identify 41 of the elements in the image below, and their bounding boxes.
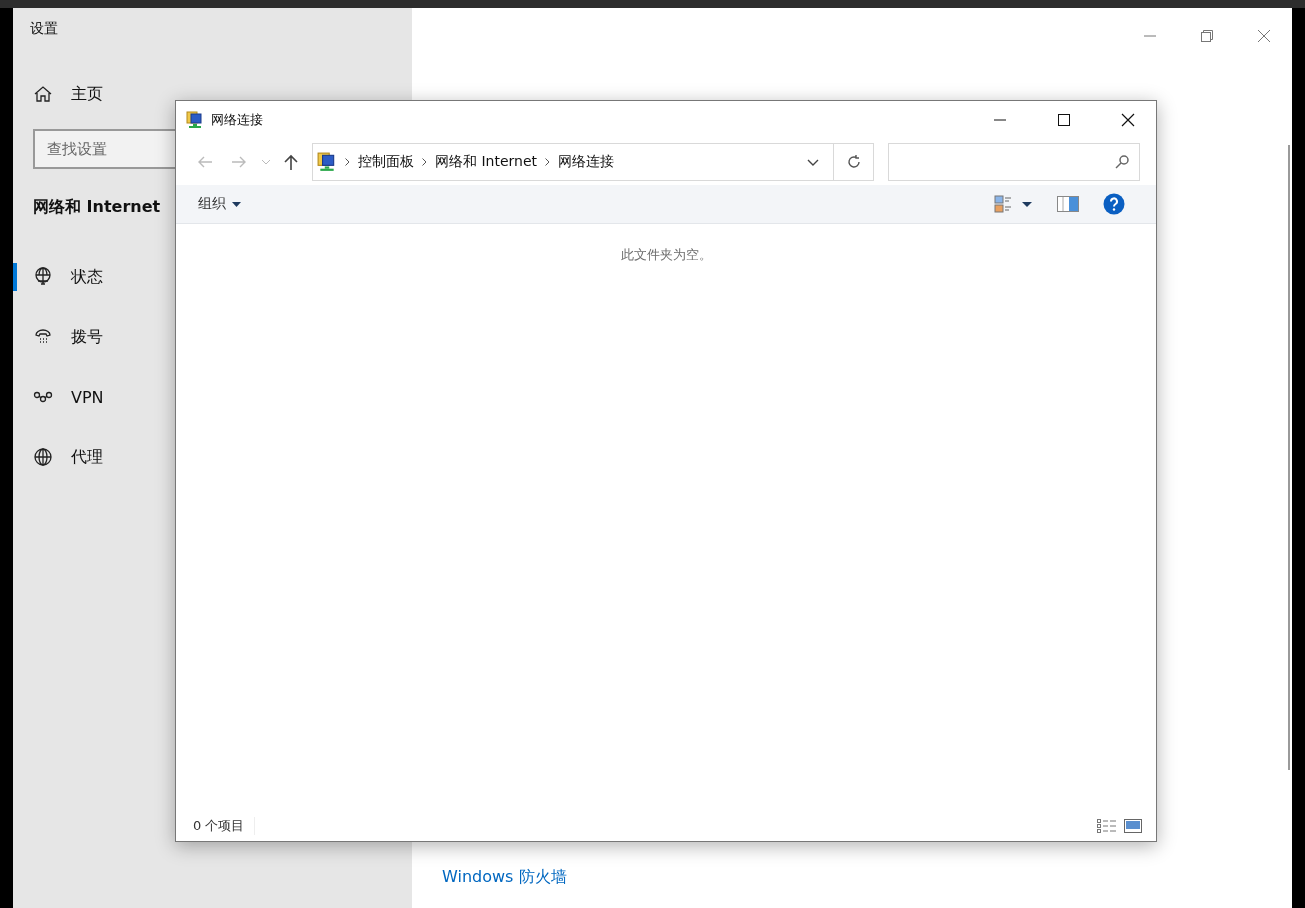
close-icon: [1120, 113, 1135, 127]
caret-icon: [262, 159, 270, 165]
network-folder-icon: [317, 152, 337, 172]
back-arrow-icon: [197, 155, 213, 169]
refresh-icon: [846, 155, 861, 169]
nav-item[interactable]: VPN: [13, 383, 108, 411]
nav-item[interactable]: 状态: [13, 263, 107, 291]
scrollbar[interactable]: [1288, 145, 1290, 770]
restore-icon: [1200, 30, 1213, 42]
breadcrumb-item[interactable]: 控制面板: [358, 153, 414, 171]
organize-button[interactable]: 组织: [198, 195, 241, 213]
search-field[interactable]: [888, 143, 1140, 181]
up-arrow-icon: [284, 154, 298, 170]
minimize-icon: [993, 119, 1006, 121]
close-icon: [1257, 30, 1270, 42]
breadcrumb-item[interactable]: 网络和 Internet: [435, 153, 538, 171]
address-bar[interactable]: 控制面板 网络和 Internet 网络连接: [312, 143, 874, 181]
caret-icon: [232, 201, 241, 207]
globe-icon: [33, 447, 53, 467]
item-count: 0 个项目: [193, 817, 256, 835]
chevron-icon: [422, 158, 427, 166]
chevron-icon: [345, 158, 350, 166]
home-link[interactable]: 主页: [33, 80, 103, 108]
caret-icon: [1022, 201, 1032, 207]
window-title: 设置: [30, 19, 59, 38]
maximize-icon: [1057, 114, 1070, 126]
breadcrumb-item[interactable]: 网络连接: [558, 153, 615, 171]
globe-monitor-icon: [33, 267, 53, 287]
forward-arrow-icon: [231, 155, 247, 169]
network-folder-icon: [186, 111, 204, 129]
home-icon: [33, 84, 53, 104]
minimize-icon: [1143, 35, 1156, 37]
chevron-icon: [545, 158, 551, 166]
section-title: 网络和 Internet: [33, 197, 161, 218]
nav-item[interactable]: 拨号: [13, 323, 107, 351]
chevron-down-icon: [807, 158, 819, 166]
empty-folder-message: 此文件夹为空。: [620, 246, 712, 264]
firewall-link[interactable]: Windows 防火墙: [442, 867, 567, 888]
search-icon: [1115, 155, 1129, 169]
window-title: 网络连接: [211, 111, 264, 129]
nav-item[interactable]: 代理: [13, 443, 107, 471]
